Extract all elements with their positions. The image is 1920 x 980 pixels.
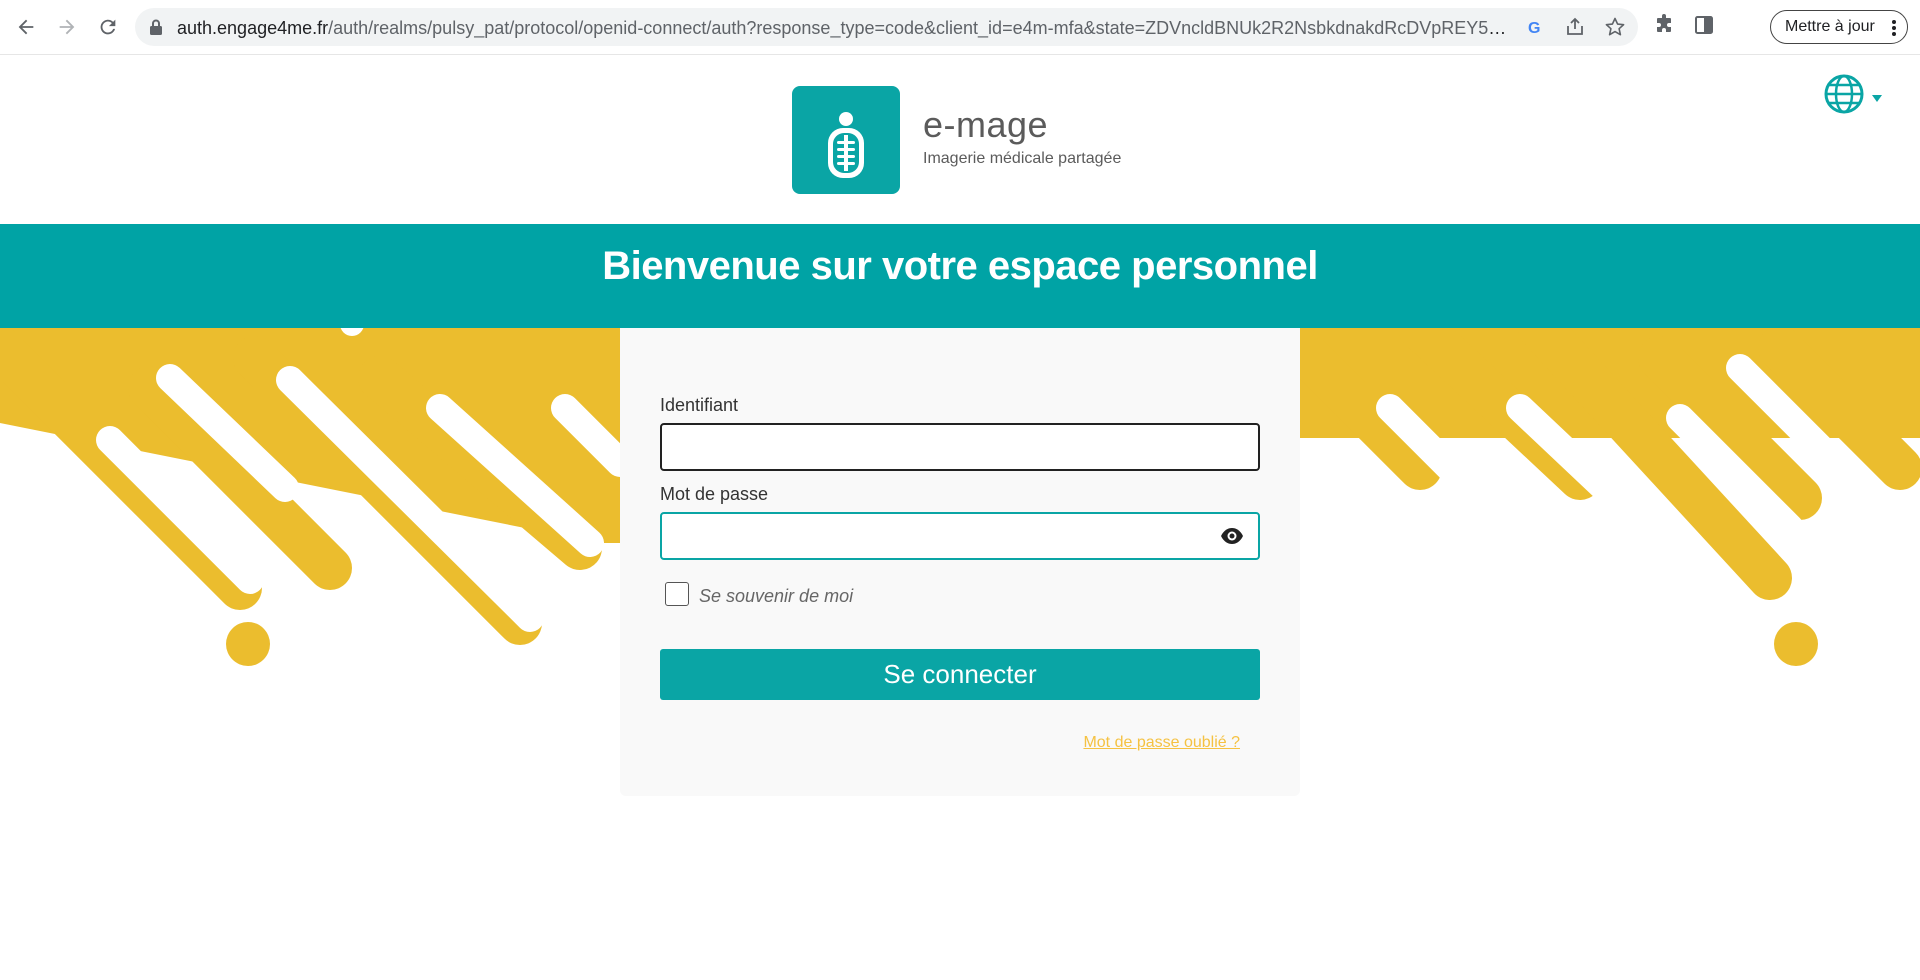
forgot-password-link[interactable]: Mot de passe oublié ? bbox=[1083, 734, 1240, 752]
update-button-label: Mettre à jour bbox=[1785, 18, 1875, 35]
browser-toolbar: auth.engage4me.fr/auth/realms/pulsy_pat/… bbox=[0, 0, 1920, 55]
url-host: auth.engage4me.fr bbox=[177, 18, 329, 38]
brand-name: e-mage bbox=[923, 104, 1049, 145]
welcome-title: Bienvenue sur votre espace personnel bbox=[602, 244, 1318, 288]
reload-icon bbox=[100, 19, 116, 35]
google-translate-icon[interactable]: G bbox=[1524, 16, 1546, 38]
forward-button[interactable] bbox=[50, 10, 84, 44]
back-button[interactable] bbox=[9, 10, 43, 44]
language-selector[interactable] bbox=[1822, 74, 1886, 118]
side-panel-icon[interactable] bbox=[1692, 13, 1720, 41]
extensions-puzzle-icon[interactable] bbox=[1652, 13, 1680, 41]
svg-text:G: G bbox=[1528, 20, 1540, 37]
globe-icon bbox=[1824, 74, 1864, 114]
back-arrow-icon bbox=[18, 19, 34, 35]
remember-me-checkbox[interactable] bbox=[665, 582, 689, 606]
url-text[interactable]: auth.engage4me.fr/auth/realms/pulsy_pat/… bbox=[177, 17, 1507, 39]
login-card: Identifiant Mot de passe Se souvenir de … bbox=[620, 328, 1300, 796]
password-label: Mot de passe bbox=[660, 484, 769, 504]
reload-button[interactable] bbox=[91, 10, 125, 44]
username-label: Identifiant bbox=[660, 395, 739, 415]
forward-arrow-icon bbox=[59, 19, 75, 35]
lock-icon bbox=[150, 19, 162, 35]
update-button[interactable]: Mettre à jour bbox=[1770, 10, 1908, 44]
share-icon[interactable] bbox=[1564, 16, 1586, 38]
address-bar[interactable]: auth.engage4me.fr/auth/realms/pulsy_pat/… bbox=[135, 8, 1638, 46]
remember-me-label[interactable]: Se souvenir de moi bbox=[699, 586, 853, 607]
password-input[interactable] bbox=[660, 512, 1260, 560]
caret-down-icon bbox=[1872, 95, 1882, 102]
login-button[interactable]: Se connecter bbox=[660, 649, 1260, 700]
brand-logo bbox=[792, 86, 900, 194]
url-path: /auth/realms/pulsy_pat/protocol/openid-c… bbox=[328, 18, 1507, 38]
welcome-banner: Bienvenue sur votre espace personnel bbox=[0, 224, 1920, 328]
xray-figure-icon bbox=[828, 112, 864, 178]
bookmark-star-icon[interactable] bbox=[1604, 16, 1626, 38]
kebab-menu-icon bbox=[1892, 20, 1896, 36]
brand-tagline: Imagerie médicale partagée bbox=[923, 150, 1122, 167]
show-password-eye-icon[interactable] bbox=[1220, 526, 1244, 546]
username-input[interactable] bbox=[660, 423, 1260, 471]
